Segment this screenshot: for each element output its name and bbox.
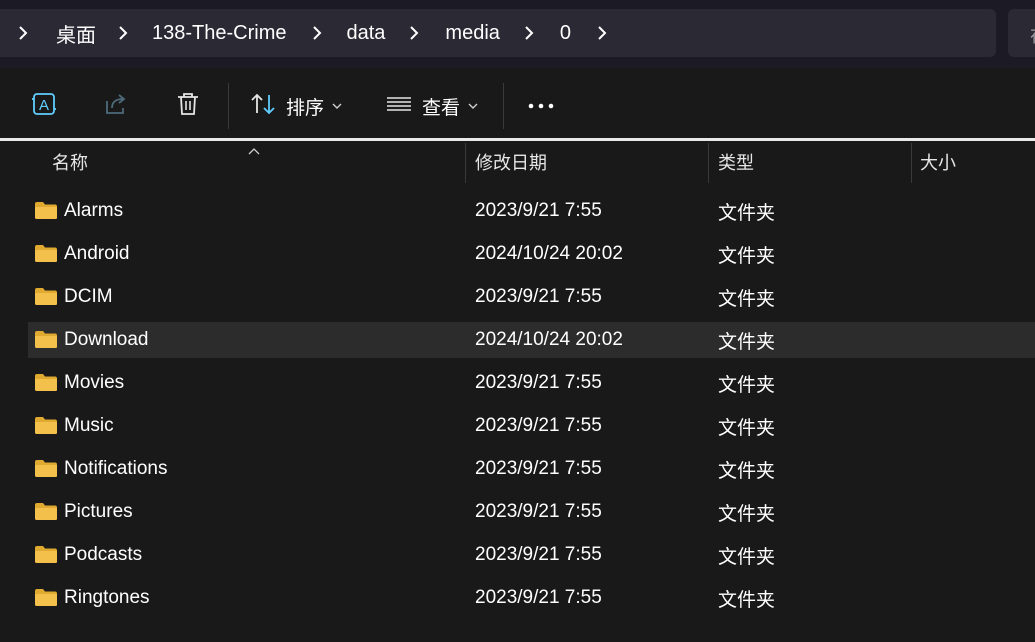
file-name: Ringtones [64, 587, 150, 608]
folder-icon [34, 588, 58, 612]
chevron-right-icon[interactable] [16, 23, 30, 43]
file-type: 文件夹 [718, 417, 776, 439]
folder-icon [34, 244, 58, 268]
file-row[interactable]: Alarms 2023/9/21 7:55 文件夹 [28, 193, 1035, 229]
file-date: 2023/9/21 7:55 [475, 587, 602, 608]
file-row[interactable]: Ringtones 2023/9/21 7:55 文件夹 [28, 580, 1035, 616]
toolbar-divider [228, 83, 229, 129]
column-divider[interactable] [911, 143, 912, 183]
breadcrumb-item-desktop[interactable]: 桌面 [56, 19, 96, 48]
more-options-button[interactable] [522, 88, 560, 124]
file-row[interactable]: Pictures 2023/9/21 7:55 文件夹 [28, 494, 1035, 530]
file-date: 2023/9/21 7:55 [475, 458, 602, 479]
chevron-right-icon[interactable] [407, 23, 421, 43]
file-row[interactable]: Notifications 2023/9/21 7:55 文件夹 [28, 451, 1035, 487]
chevron-right-icon[interactable] [522, 23, 536, 43]
search-box[interactable]: 在 [1008, 9, 1035, 57]
file-type: 文件夹 [718, 460, 776, 482]
file-row[interactable]: DCIM 2023/9/21 7:55 文件夹 [28, 279, 1035, 315]
file-name: Movies [64, 372, 125, 393]
file-date: 2024/10/24 20:02 [475, 243, 623, 264]
file-name: Pictures [64, 501, 133, 522]
file-name: Notifications [64, 458, 168, 479]
breadcrumb-item-project[interactable]: 138-The-Crime [152, 22, 286, 45]
sort-label: 排序 [286, 97, 325, 119]
sort-icon [250, 91, 276, 122]
breadcrumb[interactable]: 桌面 138-The-Crime data media 0 [0, 9, 996, 57]
file-row[interactable]: Movies 2023/9/21 7:55 文件夹 [28, 365, 1035, 401]
file-name: Alarms [64, 200, 124, 221]
file-row[interactable]: Podcasts 2023/9/21 7:55 文件夹 [28, 537, 1035, 573]
delete-button[interactable] [170, 88, 206, 124]
file-name: Music [64, 415, 114, 436]
folder-icon [34, 287, 58, 311]
file-type: 文件夹 [718, 288, 776, 310]
sort-ascending-icon [248, 142, 260, 160]
column-divider[interactable] [465, 143, 466, 183]
view-label: 查看 [422, 97, 461, 119]
file-name: Download [64, 329, 149, 350]
toolbar-divider [503, 83, 504, 129]
file-name: Podcasts [64, 544, 143, 565]
address-bar: 桌面 138-The-Crime data media 0 在 [0, 0, 1035, 68]
delete-icon [175, 91, 201, 122]
file-row[interactable]: Android 2024/10/24 20:02 文件夹 [28, 236, 1035, 272]
folder-icon [34, 502, 58, 526]
file-date: 2023/9/21 7:55 [475, 415, 602, 436]
file-date: 2023/9/21 7:55 [475, 372, 602, 393]
file-type: 文件夹 [718, 245, 776, 267]
file-name: Android [64, 243, 130, 264]
svg-text:A: A [39, 97, 49, 114]
file-date: 2023/9/21 7:55 [475, 501, 602, 522]
folder-icon [34, 201, 58, 225]
column-header-date[interactable]: 修改日期 [475, 141, 547, 183]
view-icon [386, 91, 412, 122]
chevron-down-icon [332, 97, 342, 115]
translate-button[interactable]: A [26, 88, 62, 124]
file-type: 文件夹 [718, 202, 776, 224]
file-date: 2023/9/21 7:55 [475, 286, 602, 307]
search-placeholder: 在 [1030, 22, 1035, 48]
folder-icon [34, 373, 58, 397]
file-row[interactable]: Music 2023/9/21 7:55 文件夹 [28, 408, 1035, 444]
file-date: 2023/9/21 7:55 [475, 544, 602, 565]
file-row[interactable]: Download 2024/10/24 20:02 文件夹 [28, 322, 1035, 358]
chevron-down-icon [468, 97, 478, 115]
view-button[interactable]: 查看 [386, 88, 478, 124]
column-headers: 名称 修改日期 类型 大小 [0, 141, 1035, 183]
column-divider[interactable] [708, 143, 709, 183]
folder-icon [34, 416, 58, 440]
column-header-name[interactable]: 名称 [52, 141, 88, 183]
chevron-right-icon[interactable] [310, 23, 324, 43]
file-date: 2023/9/21 7:55 [475, 200, 602, 221]
chevron-right-icon[interactable] [595, 23, 609, 43]
file-date: 2024/10/24 20:02 [475, 329, 623, 350]
folder-icon [34, 545, 58, 569]
breadcrumb-item-0[interactable]: 0 [560, 22, 571, 45]
column-header-type[interactable]: 类型 [718, 141, 754, 183]
share-icon [103, 91, 129, 122]
sort-button[interactable]: 排序 [250, 88, 342, 124]
breadcrumb-item-media[interactable]: media [445, 22, 499, 45]
share-button[interactable] [98, 88, 134, 124]
translate-icon: A [31, 91, 57, 122]
file-type: 文件夹 [718, 546, 776, 568]
folder-icon [34, 459, 58, 483]
file-type: 文件夹 [718, 589, 776, 611]
file-type: 文件夹 [718, 374, 776, 396]
file-type: 文件夹 [718, 331, 776, 353]
file-name: DCIM [64, 286, 113, 307]
folder-icon [34, 330, 58, 354]
column-header-size[interactable]: 大小 [920, 141, 956, 183]
file-type: 文件夹 [718, 503, 776, 525]
chevron-right-icon[interactable] [116, 23, 130, 43]
command-bar: A 排序 查看 [0, 68, 1035, 138]
breadcrumb-item-data[interactable]: data [346, 22, 385, 45]
more-icon [527, 97, 555, 115]
